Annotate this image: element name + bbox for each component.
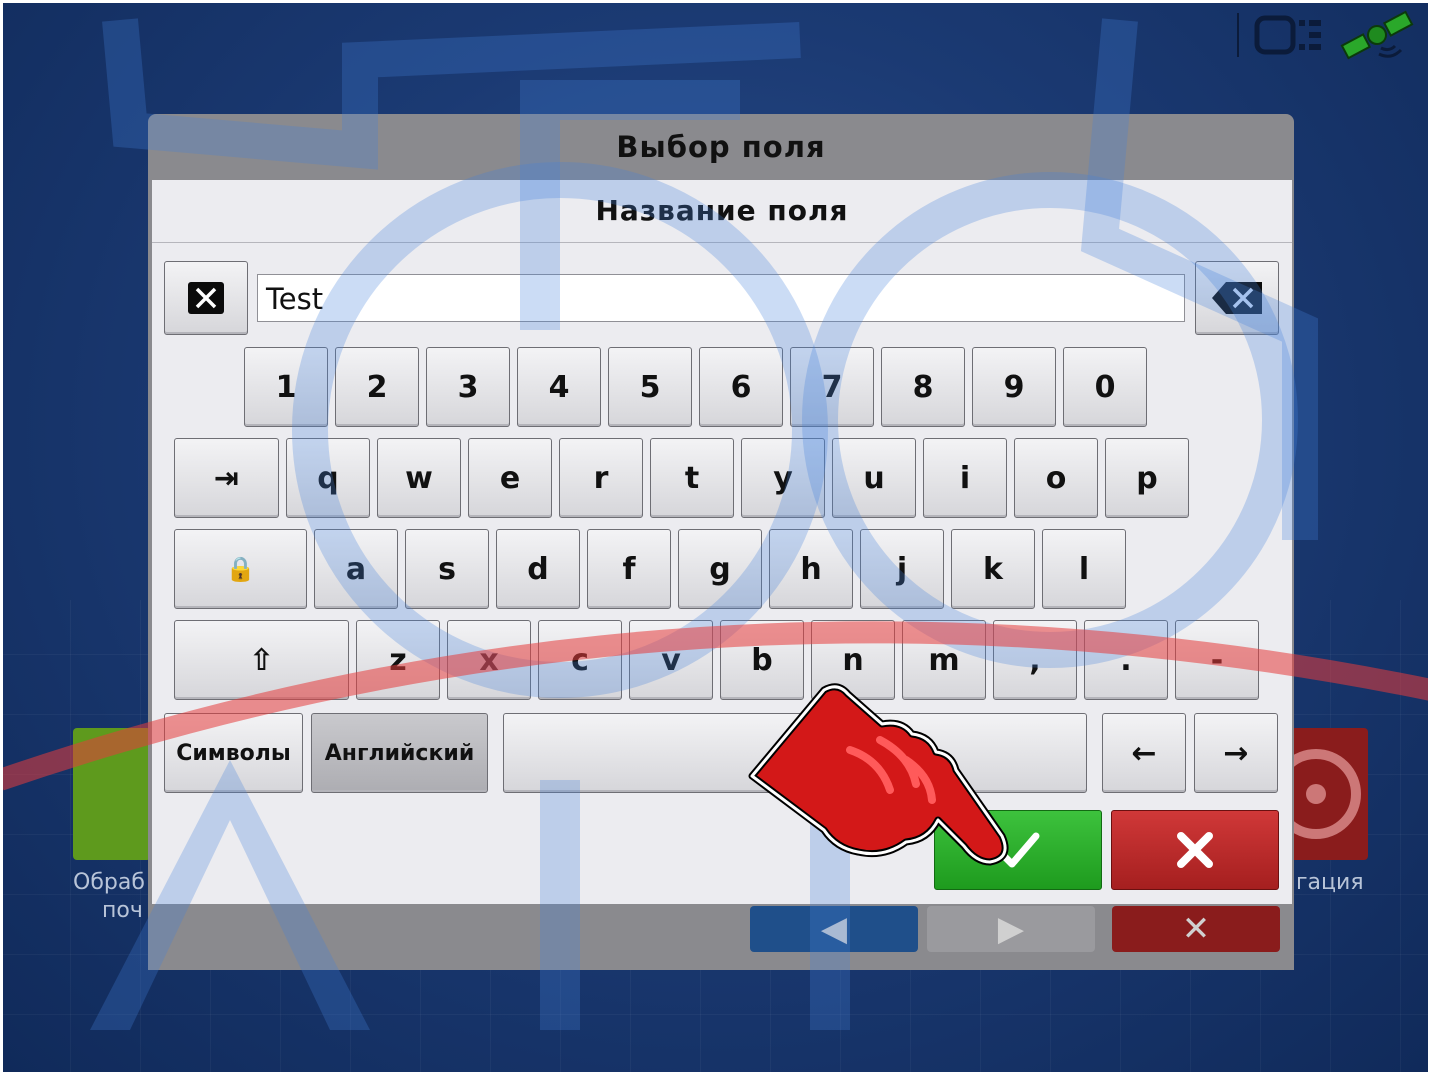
screen-border [0,0,1431,1075]
